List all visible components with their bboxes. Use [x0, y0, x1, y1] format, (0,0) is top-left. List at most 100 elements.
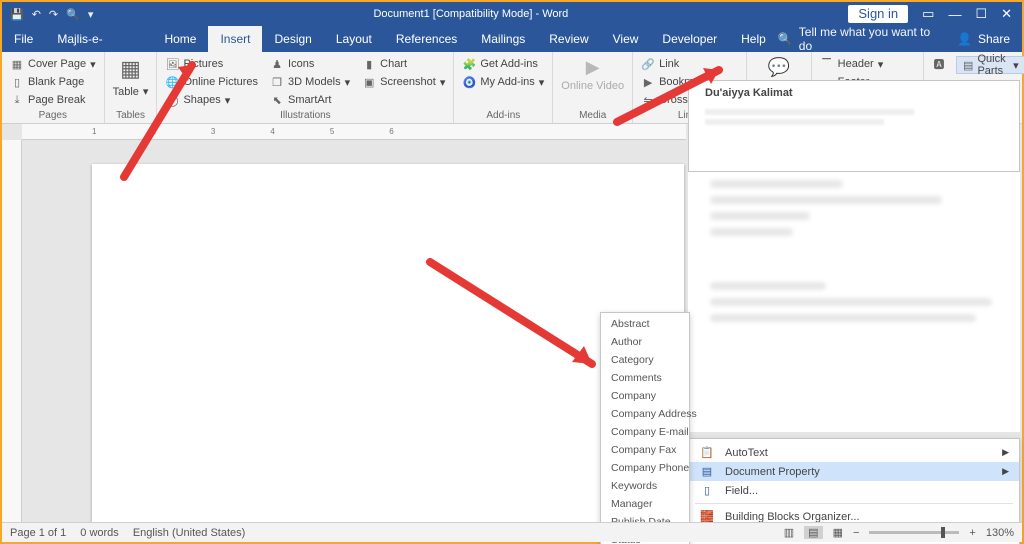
- document-property-submenu: Abstract Author Category Comments Compan…: [600, 312, 690, 544]
- share-icon: 👤: [957, 32, 972, 46]
- shapes-icon: ◯: [165, 93, 179, 107]
- maximize-icon[interactable]: ☐: [975, 6, 987, 22]
- page-break-icon: ⤓: [10, 93, 24, 107]
- window-title: Document1 [Compatibility Mode] - Word: [93, 8, 848, 20]
- tab-view[interactable]: View: [601, 26, 651, 52]
- read-mode-icon[interactable]: ▥: [784, 526, 794, 539]
- tab-insert[interactable]: Insert: [208, 26, 262, 52]
- tab-majlis[interactable]: Majlis-e-Tarajim: [45, 26, 152, 52]
- horizontal-ruler[interactable]: 123456: [22, 124, 686, 140]
- comment-icon[interactable]: 💬: [768, 56, 790, 78]
- quick-parts-gallery[interactable]: Du'aiyya Kalimat: [688, 80, 1020, 172]
- tab-home[interactable]: Home: [152, 26, 208, 52]
- group-label-pages: Pages: [8, 110, 98, 121]
- group-tables: ▦ Table ▾ Tables: [105, 52, 158, 123]
- group-pages: ▦Cover Page ▾ ▯Blank Page ⤓Page Break Pa…: [2, 52, 105, 123]
- video-icon: ▶: [582, 56, 604, 78]
- title-bar: 💾 ↶ ↷ 🔍 ▾ Document1 [Compatibility Mode]…: [2, 2, 1022, 26]
- autotext-icon: 📋: [699, 446, 715, 459]
- menu-document-property[interactable]: ▤Document Property▶: [689, 462, 1019, 481]
- quick-access-toolbar: 💾 ↶ ↷ 🔍 ▾: [2, 8, 93, 21]
- gallery-item-title: Du'aiyya Kalimat: [705, 87, 793, 99]
- dp-category[interactable]: Category: [601, 351, 689, 369]
- cover-page-button[interactable]: ▦Cover Page ▾: [8, 56, 98, 72]
- document-property-icon: ▤: [699, 465, 715, 478]
- page-break-button[interactable]: ⤓Page Break: [8, 92, 98, 108]
- close-icon[interactable]: ✕: [1001, 6, 1012, 22]
- text-box-button[interactable]: 🅰: [930, 56, 948, 72]
- header-button[interactable]: ▔Header ▾: [818, 56, 917, 72]
- tab-file[interactable]: File: [2, 26, 45, 52]
- group-illustrations: 🖼Pictures 🌐Online Pictures ◯Shapes ▾ ♟Ic…: [157, 52, 454, 123]
- cube-icon: ❒: [270, 75, 284, 89]
- minimize-icon[interactable]: —: [948, 7, 961, 22]
- group-media: ▶ Online Video Media: [553, 52, 633, 123]
- tab-layout[interactable]: Layout: [324, 26, 384, 52]
- online-pictures-button[interactable]: 🌐Online Pictures: [163, 74, 260, 90]
- dp-company-address[interactable]: Company Address: [601, 405, 689, 423]
- dp-company-email[interactable]: Company E-mail: [601, 423, 689, 441]
- qat-more-icon[interactable]: ▾: [88, 8, 94, 21]
- field-icon: ▯: [699, 484, 715, 497]
- tab-review[interactable]: Review: [537, 26, 600, 52]
- zoom-slider[interactable]: [869, 531, 959, 534]
- status-language[interactable]: English (United States): [133, 527, 246, 539]
- screenshot-button[interactable]: ▣Screenshot ▾: [360, 74, 447, 90]
- status-page[interactable]: Page 1 of 1: [10, 527, 66, 539]
- my-addins-button[interactable]: 🧿My Add-ins ▾: [460, 74, 546, 90]
- textbox-icon: 🅰: [932, 57, 946, 71]
- tab-developer[interactable]: Developer: [650, 26, 729, 52]
- dp-abstract[interactable]: Abstract: [601, 315, 689, 333]
- dp-manager[interactable]: Manager: [601, 495, 689, 513]
- vertical-ruler[interactable]: [2, 140, 22, 528]
- print-preview-icon[interactable]: 🔍: [66, 8, 80, 21]
- dp-keywords[interactable]: Keywords: [601, 477, 689, 495]
- smartart-button[interactable]: ⬉SmartArt: [268, 92, 352, 108]
- undo-icon[interactable]: ↶: [32, 8, 41, 21]
- icons-button[interactable]: ♟Icons: [268, 56, 352, 72]
- menu-field[interactable]: ▯Field...: [689, 481, 1019, 500]
- zoom-level[interactable]: 130%: [986, 527, 1014, 539]
- redo-icon[interactable]: ↷: [49, 8, 58, 21]
- crossref-icon: ⇋: [641, 93, 655, 107]
- tab-help[interactable]: Help: [729, 26, 778, 52]
- pictures-button[interactable]: 🖼Pictures: [163, 56, 260, 72]
- quick-parts-icon: ▤: [963, 58, 973, 72]
- header-icon: ▔: [820, 57, 834, 71]
- tab-references[interactable]: References: [384, 26, 469, 52]
- dp-company-fax[interactable]: Company Fax: [601, 441, 689, 459]
- chart-icon: ▮: [362, 57, 376, 71]
- smartart-icon: ⬉: [270, 93, 284, 107]
- tab-mailings[interactable]: Mailings: [469, 26, 537, 52]
- tab-design[interactable]: Design: [262, 26, 323, 52]
- link-button[interactable]: 🔗Link: [639, 56, 740, 72]
- zoom-in-icon[interactable]: +: [969, 527, 975, 539]
- shapes-button[interactable]: ◯Shapes ▾: [163, 92, 260, 108]
- table-button[interactable]: Table ▾: [111, 84, 151, 99]
- save-icon[interactable]: 💾: [10, 8, 24, 21]
- word-window: 💾 ↶ ↷ 🔍 ▾ Document1 [Compatibility Mode]…: [0, 0, 1024, 544]
- menu-autotext[interactable]: 📋AutoText▶: [689, 443, 1019, 462]
- print-layout-icon[interactable]: ▤: [804, 526, 822, 539]
- quick-parts-button[interactable]: ▤Quick Parts ▾: [956, 56, 1024, 74]
- table-icon[interactable]: ▦: [118, 56, 144, 82]
- get-addins-button[interactable]: 🧩Get Add-ins: [460, 56, 546, 72]
- ribbon-tabs: File Majlis-e-Tarajim Home Insert Design…: [2, 26, 1022, 52]
- signin-button[interactable]: Sign in: [848, 5, 908, 23]
- share-button[interactable]: 👤Share: [945, 32, 1022, 46]
- tell-me[interactable]: 🔍Tell me what you want to do: [778, 25, 945, 53]
- status-words[interactable]: 0 words: [80, 527, 119, 539]
- 3d-models-button[interactable]: ❒3D Models ▾: [268, 74, 352, 90]
- ribbon-options-icon[interactable]: ▭: [922, 6, 934, 22]
- dp-company-phone[interactable]: Company Phone: [601, 459, 689, 477]
- status-bar: Page 1 of 1 0 words English (United Stat…: [2, 522, 1022, 542]
- dp-author[interactable]: Author: [601, 333, 689, 351]
- dp-comments[interactable]: Comments: [601, 369, 689, 387]
- dp-company[interactable]: Company: [601, 387, 689, 405]
- blurred-gallery-area: [688, 172, 1020, 432]
- blank-page-button[interactable]: ▯Blank Page: [8, 74, 98, 90]
- web-layout-icon[interactable]: ▦: [833, 526, 843, 539]
- zoom-out-icon[interactable]: −: [853, 527, 859, 539]
- document-page[interactable]: [92, 164, 684, 534]
- chart-button[interactable]: ▮Chart: [360, 56, 447, 72]
